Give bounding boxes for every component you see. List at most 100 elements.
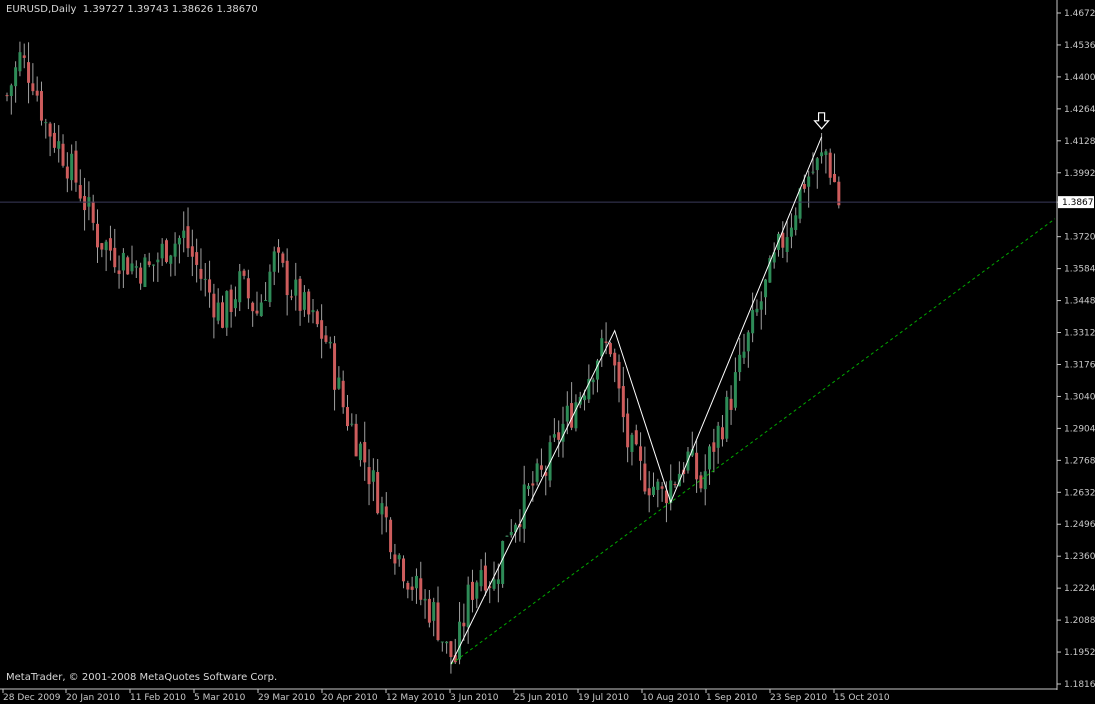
bull-candle-body [496,579,500,584]
bear-candle-body [449,641,453,658]
price-tick-label: 1.42640 [1064,105,1095,115]
bull-candle-body [272,251,276,272]
bull-candle-body [824,151,828,155]
time-tick-label: 23 Sep 2010 [770,693,827,703]
candle [725,390,729,442]
price-tick-label: 1.41280 [1064,137,1095,147]
bear-candle-body [345,407,349,427]
bear-candle-body [147,261,151,265]
price-tick-label: 1.45360 [1064,41,1095,51]
bull-candle-body [177,237,181,245]
bull-candle-body [238,271,242,303]
bull-candle-body [725,396,729,439]
price-tick-label: 1.27680 [1064,456,1095,466]
high-value: 1.39743 [127,4,169,15]
bull-candle-body [216,302,220,321]
price-tick-label: 1.33120 [1064,329,1095,339]
bear-candle-body [419,578,423,600]
close-value: 1.38670 [216,4,258,15]
bull-candle-body [371,470,375,482]
bear-candle-body [246,278,250,299]
candle [126,255,130,275]
time-tick-label: 19 Jul 2010 [578,693,629,703]
bear-candle-body [83,196,87,211]
bear-candle-body [557,432,561,440]
bull-candle-body [574,402,578,429]
chart-header: EURUSD,Daily 1.39727 1.39743 1.38626 1.3… [6,4,258,15]
bull-candle-body [479,570,483,587]
price-tick-label: 1.24960 [1064,520,1095,530]
time-tick-label: 10 Aug 2010 [642,693,700,703]
bull-candle-body [708,446,712,470]
price-tick-label: 1.31760 [1064,360,1095,370]
bull-candle-body [475,582,479,599]
bull-candle-body [733,372,737,408]
bull-candle-body [397,555,401,560]
copyright-text: MetaTrader, © 2001-2008 MetaQuotes Softw… [6,672,278,683]
bull-candle-body [440,641,444,643]
bear-candle-body [74,150,78,183]
price-tick-label: 1.23600 [1064,552,1095,562]
bear-candle-body [333,343,337,390]
bull-candle-body [156,259,160,263]
bear-candle-body [604,341,608,343]
bear-candle-body [695,452,699,480]
bear-candle-body [242,270,246,276]
bull-candle-body [755,308,759,313]
bear-candle-body [108,238,112,251]
bull-candle-body [328,341,332,344]
time-tick-label: 29 Mar 2010 [258,693,315,703]
bull-candle-body [815,158,819,171]
bear-candle-body [410,586,414,590]
current-price-label: 1.38670 [1062,198,1095,208]
bull-candle-body [70,153,74,181]
bull-candle-body [380,503,384,515]
bear-candle-body [617,361,621,389]
bear-candle-body [354,423,358,457]
price-tick-label: 1.29040 [1064,424,1095,434]
bull-candle-body [742,351,746,358]
bear-candle-body [221,302,224,328]
bull-candle-body [259,302,263,317]
symbol-label: EURUSD,Daily [6,4,77,15]
bull-candle-body [794,215,798,231]
bull-candle-body [432,602,436,621]
bear-candle-body [229,289,233,312]
bull-candle-body [591,379,595,383]
bear-candle-body [436,602,440,641]
bear-candle-body [393,554,397,564]
price-tick-label: 1.18160 [1064,680,1095,690]
bear-candle-body [639,446,643,461]
bear-candle-body [729,398,733,410]
time-tick-label: 12 May 2010 [386,693,445,703]
bear-candle-body [470,581,474,600]
bull-candle-body [14,67,18,87]
bear-candle-body [199,268,203,279]
bear-candle-body [320,320,324,339]
price-chart[interactable]: 1.46720 1.45360 1.44000 1.42640 1.41280 1.399… [0,0,1095,704]
bull-candle-body [9,85,13,97]
bear-candle-body [781,232,785,248]
candle [798,187,802,224]
bear-candle-body [341,380,345,408]
candle [164,238,168,264]
bull-candle-body [522,484,526,529]
bull-candle-body [44,122,48,124]
bear-candle-body [389,519,393,553]
bull-candle-body [121,252,125,271]
candle [143,253,147,288]
bear-candle-body [65,166,69,179]
price-tick-label: 1.34480 [1064,297,1095,307]
time-tick-label: 11 Feb 2010 [130,693,186,703]
bear-candle-body [660,486,664,489]
bull-candle-body [716,425,720,448]
bear-candle-body [52,132,56,148]
bull-candle-body [337,377,341,389]
bull-candle-body [182,230,186,238]
bear-candle-body [621,386,625,418]
bull-candle-body [152,264,156,266]
time-tick-label: 20 Apr 2010 [322,693,378,703]
bull-candle-body [203,278,207,280]
bull-candle-body [759,301,763,310]
price-tick-label: 1.19520 [1064,648,1095,658]
